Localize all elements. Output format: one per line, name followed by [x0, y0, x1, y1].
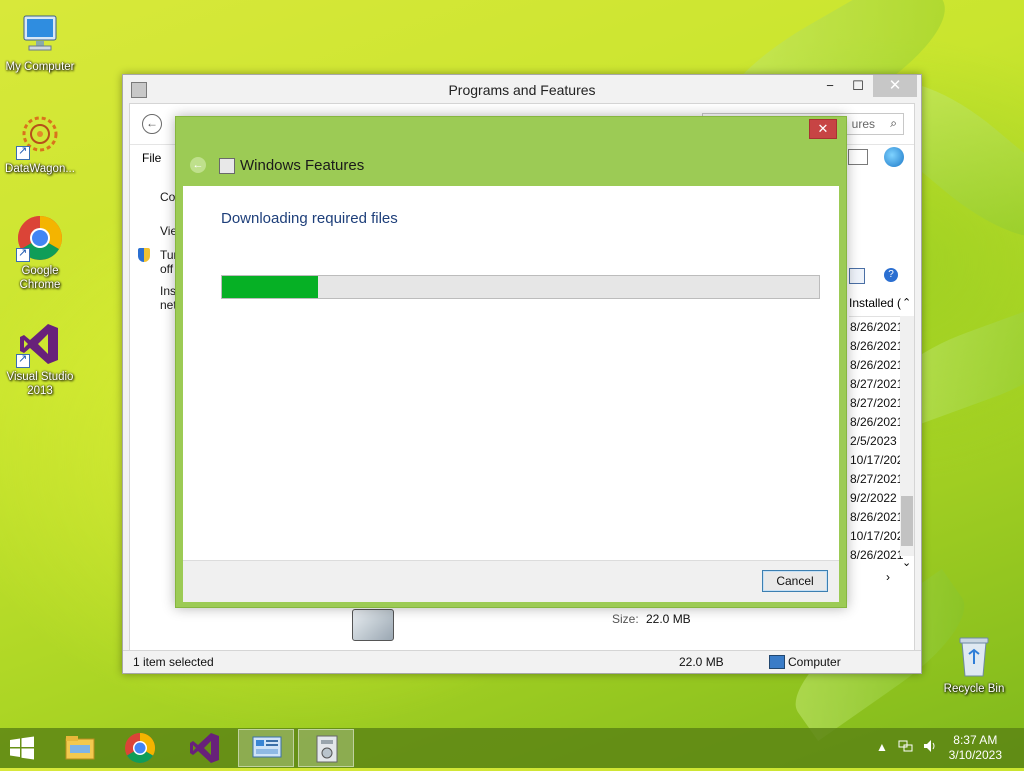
window-titlebar[interactable]: Programs and Features − ☐ ✕ — [123, 75, 921, 103]
details-size-label: Size: — [612, 612, 639, 626]
desktop-icon-datawagon[interactable]: DataWagon... — [0, 112, 80, 176]
menu-file[interactable]: File — [142, 151, 161, 165]
installed-date-cell: 8/27/2021 — [850, 377, 904, 391]
desktop-icon-label: Recycle Bin — [943, 683, 1005, 695]
back-arrow-icon[interactable]: ← — [190, 157, 206, 173]
taskbar-file-explorer[interactable] — [52, 729, 108, 767]
recycle-bin-icon — [950, 632, 998, 680]
clock-date: 3/10/2023 — [948, 748, 1002, 762]
computer-icon — [16, 10, 64, 58]
status-heading: Downloading required files — [221, 210, 398, 227]
chrome-icon — [16, 214, 64, 262]
desktop-icon-label: Visual Studio 2013 — [6, 371, 74, 397]
installed-date-cell: 8/26/2021 — [850, 320, 904, 334]
scroll-right-icon[interactable]: › — [886, 570, 890, 584]
close-button[interactable]: ✕ — [873, 75, 917, 97]
dialog-header: ← Windows Features — [176, 145, 846, 185]
installed-date-cell: 2/5/2023 — [850, 434, 897, 448]
desktop-icon-label: Google Chrome — [19, 265, 61, 291]
installed-date-cell: 8/27/2021 — [850, 472, 904, 486]
details-size-value: 22.0 MB — [646, 612, 691, 626]
taskbar-control-panel[interactable] — [238, 729, 294, 767]
taskbar-visual-studio[interactable] — [176, 729, 232, 767]
status-size: 22.0 MB — [679, 655, 724, 669]
installer-package-icon — [352, 609, 394, 641]
shortcut-arrow-icon — [16, 352, 30, 368]
datawagon-icon — [16, 112, 64, 160]
windows-features-icon — [219, 158, 235, 174]
shortcut-arrow-icon — [16, 144, 30, 160]
window-title: Programs and Features — [448, 82, 596, 98]
installed-date-cell: 9/2/2022 — [850, 491, 897, 505]
taskbar: ▲ 8:37 AM 3/10/2023 — [0, 728, 1024, 768]
clock-time: 8:37 AM — [953, 733, 998, 747]
minimize-button[interactable]: − — [815, 75, 845, 97]
search-icon: ⌕ — [890, 116, 897, 130]
installed-date-cell: 8/26/2021 — [850, 358, 904, 372]
status-selection: 1 item selected — [133, 655, 214, 669]
desktop-icon-my-computer[interactable]: My Computer — [0, 10, 80, 74]
dialog-content: Downloading required files — [183, 186, 839, 560]
dialog-title: Windows Features — [240, 157, 365, 174]
scroll-down-icon[interactable]: ⌄ — [902, 556, 911, 569]
desktop-icon-label: DataWagon... — [5, 163, 75, 175]
dialog-close-button[interactable]: ✕ — [809, 119, 837, 139]
visual-studio-icon — [190, 733, 219, 763]
scrollbar-thumb[interactable] — [901, 496, 913, 546]
installed-date-cell: 8/26/2021 — [850, 548, 904, 562]
help-icon[interactable]: ? — [884, 268, 898, 282]
download-progress-bar — [221, 275, 820, 299]
status-bar: 1 item selected 22.0 MB Computer — [123, 650, 921, 673]
progress-fill — [222, 276, 318, 298]
windows-features-dialog: ✕ ← Windows Features Downloading require… — [175, 116, 847, 608]
visual-studio-icon — [16, 320, 64, 368]
installed-date-cell: 8/26/2021 — [850, 415, 904, 429]
globe-icon[interactable] — [884, 147, 904, 167]
desktop-icon-google-chrome[interactable]: Google Chrome — [0, 214, 80, 292]
show-hidden-icons[interactable]: ▲ — [876, 740, 888, 754]
status-location: Computer — [788, 655, 841, 669]
system-clock[interactable]: 8:37 AM 3/10/2023 — [949, 733, 1002, 763]
windows-logo-icon — [10, 736, 34, 760]
desktop-icon-visual-studio[interactable]: Visual Studio 2013 — [0, 320, 80, 398]
details-view-icon[interactable] — [849, 268, 865, 284]
volume-icon[interactable] — [922, 738, 938, 757]
control-panel-icon — [252, 736, 282, 758]
taskbar-google-chrome[interactable] — [112, 729, 168, 767]
installed-date-cell: 8/27/2021 — [850, 396, 904, 410]
scroll-up-icon[interactable]: ⌃ — [902, 296, 911, 309]
start-button[interactable] — [8, 736, 40, 762]
installer-icon — [316, 735, 338, 763]
left-pane-link[interactable]: off — [160, 262, 173, 276]
left-pane-link[interactable]: Co — [160, 190, 175, 204]
shortcut-arrow-icon — [16, 246, 30, 262]
installed-date-cell: 8/26/2021 — [850, 339, 904, 353]
desktop-icon-label: My Computer — [5, 61, 75, 73]
cancel-button[interactable]: Cancel — [762, 570, 828, 592]
desktop-icon-recycle-bin[interactable]: Recycle Bin — [934, 632, 1014, 696]
installed-date-cell: 8/26/2021 — [850, 510, 904, 524]
chrome-icon — [125, 733, 156, 764]
view-options-icon[interactable] — [848, 149, 868, 165]
search-text: ures — [851, 117, 875, 131]
vertical-scrollbar[interactable] — [900, 316, 914, 556]
network-icon[interactable] — [898, 738, 913, 752]
back-arrow-icon[interactable]: ← — [142, 114, 162, 134]
taskbar-installer[interactable] — [298, 729, 354, 767]
computer-small-icon — [769, 655, 785, 669]
dialog-footer: Cancel — [183, 560, 839, 602]
folder-icon — [65, 736, 95, 760]
maximize-button[interactable]: ☐ — [843, 75, 873, 97]
shield-icon — [138, 248, 150, 262]
